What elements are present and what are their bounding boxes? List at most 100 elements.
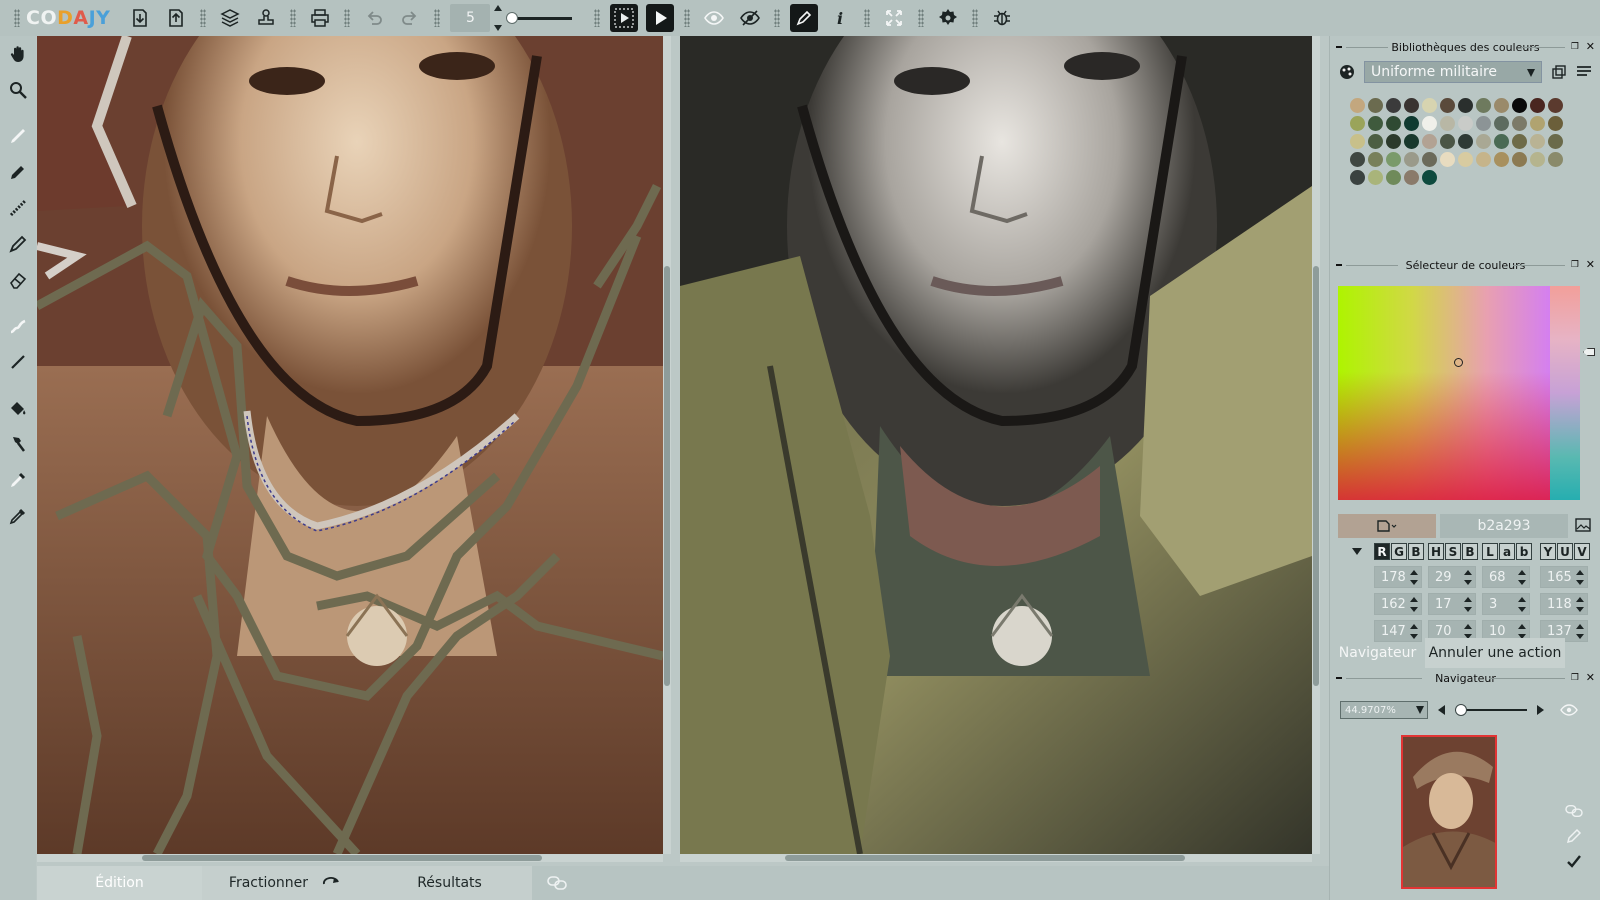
- toolbar-grip[interactable]: [594, 9, 601, 27]
- color-swatch[interactable]: [1404, 116, 1419, 131]
- increment-arrow-icon[interactable]: [494, 5, 503, 11]
- value-stepper[interactable]: [1464, 570, 1472, 585]
- result-canvas-vertical-scrollbar[interactable]: [1312, 36, 1320, 854]
- tab-undo-history[interactable]: Annuler une action: [1425, 638, 1565, 668]
- library-window-icon[interactable]: [1552, 65, 1566, 79]
- edit-canvas-vertical-scrollbar[interactable]: [663, 36, 671, 854]
- collapse-icon[interactable]: [1336, 46, 1342, 48]
- color-component-input[interactable]: 178: [1374, 566, 1422, 588]
- settings-button[interactable]: [934, 4, 962, 32]
- compare-button[interactable]: [1562, 800, 1586, 822]
- model-yuv[interactable]: YUV: [1540, 543, 1591, 561]
- color-swatch[interactable]: [1368, 170, 1383, 185]
- model-letter[interactable]: V: [1574, 543, 1590, 560]
- detach-icon[interactable]: ❐: [1571, 673, 1579, 683]
- toolbar-grip[interactable]: [684, 9, 691, 27]
- hex-input[interactable]: b2a293: [1440, 514, 1568, 538]
- toolbar-grip[interactable]: [972, 9, 979, 27]
- color-swatch[interactable]: [1440, 116, 1455, 131]
- color-component-input[interactable]: 68: [1482, 566, 1530, 588]
- toolbar-grip[interactable]: [14, 9, 20, 27]
- color-swatch[interactable]: [1404, 98, 1419, 113]
- color-swatch[interactable]: [1494, 152, 1509, 167]
- color-swatch[interactable]: [1548, 152, 1563, 167]
- tool-smudge[interactable]: [0, 308, 36, 344]
- color-component-input[interactable]: 165: [1540, 566, 1588, 588]
- result-canvas[interactable]: [680, 36, 1312, 854]
- color-swatch[interactable]: [1386, 170, 1401, 185]
- color-swatch[interactable]: [1440, 134, 1455, 149]
- increment-arrow-icon[interactable]: [1576, 597, 1584, 602]
- value-stepper[interactable]: [1518, 624, 1526, 639]
- tab-fractionner[interactable]: Fractionner: [202, 866, 367, 900]
- increment-arrow-icon[interactable]: [1464, 570, 1472, 575]
- debug-button[interactable]: [988, 4, 1016, 32]
- model-hsb[interactable]: HSB: [1428, 543, 1479, 561]
- model-letter[interactable]: S: [1445, 543, 1461, 560]
- toolbar-grip[interactable]: [774, 9, 781, 27]
- brush-size-field[interactable]: 5: [450, 4, 491, 32]
- tool-fill[interactable]: [0, 390, 36, 426]
- scrollbar-thumb[interactable]: [785, 855, 1185, 861]
- tool-eyedropper[interactable]: [0, 498, 36, 534]
- value-stepper[interactable]: [1576, 570, 1584, 585]
- color-swatch[interactable]: [1458, 134, 1473, 149]
- scrollbar-thumb[interactable]: [142, 855, 542, 861]
- hue-slider-handle[interactable]: [1583, 348, 1595, 356]
- color-swatch[interactable]: [1350, 116, 1365, 131]
- preview-play-button[interactable]: [610, 4, 639, 32]
- model-letter[interactable]: G: [1391, 543, 1407, 560]
- color-swatch[interactable]: [1422, 134, 1437, 149]
- stamp-button[interactable]: [252, 4, 280, 32]
- tab-edition[interactable]: Édition: [37, 866, 202, 900]
- tool-zoom[interactable]: [0, 72, 36, 108]
- toolbar-grip[interactable]: [200, 9, 207, 27]
- library-dropdown[interactable]: Uniforme militaire: [1364, 61, 1542, 83]
- color-swatch[interactable]: [1494, 98, 1509, 113]
- close-icon[interactable]: ✕: [1586, 258, 1595, 271]
- hue-slider[interactable]: [1550, 286, 1580, 500]
- color-component-input[interactable]: 29: [1428, 566, 1476, 588]
- color-swatch[interactable]: [1530, 116, 1545, 131]
- value-stepper[interactable]: [1518, 597, 1526, 612]
- toolbar-grip[interactable]: [344, 9, 351, 27]
- color-swatch[interactable]: [1548, 116, 1563, 131]
- color-swatch[interactable]: [1530, 134, 1545, 149]
- decrement-arrow-icon[interactable]: [1464, 607, 1472, 612]
- color-component-input[interactable]: 3: [1482, 593, 1530, 615]
- decrement-arrow-icon[interactable]: [1518, 580, 1526, 585]
- color-component-input[interactable]: 118: [1540, 593, 1588, 615]
- color-swatch[interactable]: [1494, 116, 1509, 131]
- brush-size-stepper[interactable]: [494, 5, 504, 31]
- scrollbar-thumb[interactable]: [664, 266, 670, 686]
- color-swatch[interactable]: [1422, 170, 1437, 185]
- current-color-swatch[interactable]: [1338, 514, 1436, 538]
- image-picker-icon[interactable]: [1575, 517, 1591, 533]
- tool-line[interactable]: [0, 344, 36, 380]
- navigator-thumbnail[interactable]: [1401, 735, 1497, 889]
- decrement-arrow-icon[interactable]: [1464, 580, 1472, 585]
- model-letter[interactable]: H: [1428, 543, 1444, 560]
- tool-dotted-brush[interactable]: [0, 190, 36, 226]
- decrement-arrow-icon[interactable]: [1576, 580, 1584, 585]
- import-button[interactable]: [126, 4, 154, 32]
- color-swatch[interactable]: [1440, 152, 1455, 167]
- sync-button[interactable]: [532, 866, 582, 900]
- slider-knob[interactable]: [506, 11, 519, 24]
- color-swatch[interactable]: [1368, 98, 1383, 113]
- color-swatch[interactable]: [1386, 116, 1401, 131]
- increment-arrow-icon[interactable]: [1576, 570, 1584, 575]
- layers-button[interactable]: [216, 4, 244, 32]
- toolbar-grip[interactable]: [918, 9, 925, 27]
- increment-arrow-icon[interactable]: [1518, 597, 1526, 602]
- color-swatch[interactable]: [1386, 134, 1401, 149]
- color-swatch[interactable]: [1422, 116, 1437, 131]
- picker-cursor[interactable]: [1454, 358, 1463, 367]
- toolbar-grip[interactable]: [864, 9, 871, 27]
- tool-eyedropper-fill[interactable]: [0, 462, 36, 498]
- color-swatch[interactable]: [1368, 152, 1383, 167]
- model-rgb[interactable]: RGB: [1374, 543, 1425, 561]
- brush-size-slider[interactable]: [506, 11, 573, 24]
- value-stepper[interactable]: [1464, 597, 1472, 612]
- collapse-icon[interactable]: [1336, 264, 1342, 266]
